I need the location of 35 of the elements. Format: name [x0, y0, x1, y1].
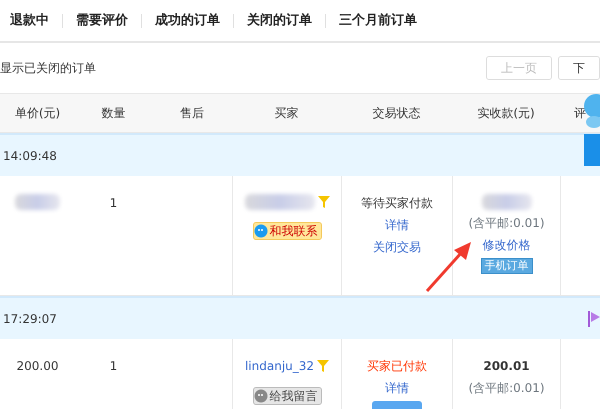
order-tab[interactable]: 成功的订单	[141, 14, 233, 28]
filter-icon	[318, 196, 330, 208]
order-link[interactable]: 详情	[385, 379, 409, 397]
column-header: 交易状态	[372, 105, 422, 122]
modify-price-link[interactable]: 修改价格	[482, 236, 530, 254]
next-page-button[interactable]: 下	[558, 56, 600, 80]
contact-badge[interactable]: 给我留言	[252, 387, 322, 405]
buyer-name-link[interactable]: lindanju_32	[244, 357, 314, 375]
contact-badge[interactable]: 和我联系	[252, 222, 322, 240]
filter-label: 显示已关闭的订单	[0, 60, 96, 77]
order-tab[interactable]: 退款中	[10, 14, 62, 28]
postage-note: (含平邮:0.01)	[468, 215, 545, 232]
postage-note: (含平邮:0.01)	[468, 380, 545, 397]
action-button[interactable]	[372, 401, 422, 409]
order-link[interactable]: 关闭交易	[373, 238, 421, 256]
quantity: 1	[110, 195, 118, 212]
column-header: 评	[573, 105, 587, 122]
amount: 200.01	[483, 358, 530, 375]
order-time: 14:09:48	[3, 148, 57, 164]
order-tab[interactable]: 三个月前订单	[325, 14, 430, 28]
order-link[interactable]: 详情	[385, 216, 409, 234]
column-header: 单价(元)	[14, 105, 62, 122]
order-tab[interactable]: 需要评价	[62, 14, 141, 28]
quantity: 1	[110, 358, 118, 375]
column-header: 买家	[274, 105, 300, 122]
order-status: 等待买家付款	[361, 195, 433, 212]
order-time: 17:29:07	[3, 310, 57, 328]
order-tab[interactable]: 关闭的订单	[233, 14, 325, 28]
order-status: 买家已付款	[367, 358, 427, 375]
filter-icon	[317, 360, 330, 372]
unit-price: 200.00	[16, 358, 58, 375]
mobile-order-badge: 手机订单	[480, 258, 532, 274]
column-header: 数量	[100, 105, 126, 122]
column-header: 实收款(元)	[476, 105, 536, 122]
column-header: 售后	[179, 105, 205, 122]
